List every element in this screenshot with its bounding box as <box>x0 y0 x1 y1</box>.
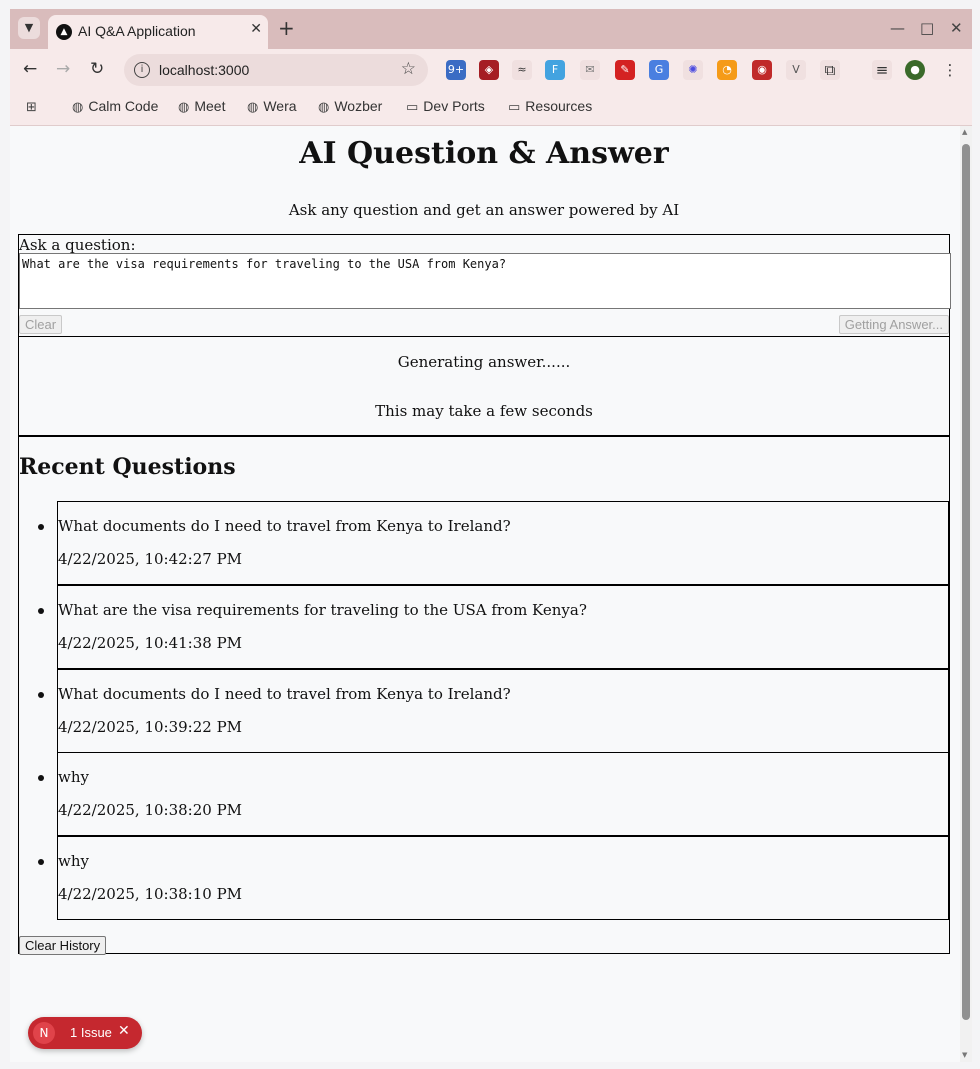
folder-icon: ▭ <box>406 100 419 115</box>
history-timestamp: 4/22/2025, 10:38:20 PM <box>58 801 243 819</box>
generating-text: Generating answer...... <box>397 353 571 371</box>
recent-questions-section: Recent Questions What documents do I nee… <box>18 436 950 955</box>
bookmark-meet[interactable]: ◍ Meet <box>178 98 225 115</box>
history-timestamp: 4/22/2025, 10:38:10 PM <box>58 885 243 903</box>
screenshot-icon[interactable]: ◉ <box>752 60 772 80</box>
clear-button[interactable]: Clear <box>19 315 63 334</box>
bookmark-label: Wozber <box>334 98 383 114</box>
page-viewport: AI Question & Answer Ask any question an… <box>10 126 960 1062</box>
profile-avatar-icon[interactable]: ● <box>905 60 925 80</box>
folder-icon: ▭ <box>508 100 521 115</box>
apps-grid-icon[interactable]: ⊞ <box>26 98 42 115</box>
scrollbar-thumb[interactable] <box>962 144 970 1020</box>
history-question: What documents do I need to travel from … <box>58 517 511 535</box>
history-question: why <box>58 768 89 786</box>
media-queue-icon[interactable]: ≡ <box>872 60 892 80</box>
history-item[interactable]: What documents do I need to travel from … <box>38 501 949 585</box>
question-input[interactable]: What are the visa requirements for trave… <box>19 253 951 309</box>
history-question: What documents do I need to travel from … <box>58 685 511 703</box>
bullet-icon <box>38 524 44 530</box>
tab-search-button[interactable]: ▼ <box>18 17 40 39</box>
url-text: localhost:3000 <box>159 62 250 78</box>
bookmark-label: Calm Code <box>88 98 159 114</box>
bookmark-label: Resources <box>525 98 593 114</box>
tracker-icon[interactable]: ≈ <box>512 60 532 80</box>
title-bar: ▼ ▲ AI Q&A Application ✕ + — □ ✕ <box>10 9 972 49</box>
bookmark-label: Wera <box>263 98 297 114</box>
recent-questions-title: Recent Questions <box>19 454 236 480</box>
issue-count: 1 Issue <box>70 1025 112 1040</box>
reload-icon[interactable]: ↻ <box>90 59 104 79</box>
browser-toolbar: ← → ↻ i localhost:3000 ☆ 9+ ◈ ≈ F ✉ ✎ G … <box>10 49 972 91</box>
bookmark-star-icon[interactable]: ☆ <box>401 59 416 79</box>
wait-hint-text: This may take a few seconds <box>375 402 593 420</box>
clear-history-button[interactable]: Clear History <box>19 936 107 955</box>
scroll-down-icon[interactable]: ▼ <box>962 1051 967 1059</box>
bullet-icon <box>38 775 44 781</box>
active-tab[interactable]: ▲ AI Q&A Application ✕ <box>48 15 268 49</box>
history-timestamp: 4/22/2025, 10:42:27 PM <box>58 550 243 568</box>
history-item[interactable]: why 4/22/2025, 10:38:20 PM <box>38 752 949 836</box>
question-form: Ask a question: What are the visa requir… <box>18 234 951 337</box>
history-question: why <box>58 852 89 870</box>
history-question: What are the visa requirements for trave… <box>58 601 587 619</box>
loading-status: Generating answer...... This may take a … <box>18 336 950 436</box>
page-subtitle: Ask any question and get an answer power… <box>288 201 680 219</box>
submit-button[interactable]: Getting Answer... <box>838 315 949 334</box>
globe-icon: ◍ <box>318 100 330 115</box>
bookmark-wozber[interactable]: ◍ Wozber <box>318 98 382 115</box>
bullet-icon <box>38 608 44 614</box>
page-title: AI Question & Answer <box>299 136 669 171</box>
new-tab-button[interactable]: + <box>278 17 295 39</box>
globe-icon: ◍ <box>72 100 84 115</box>
close-window-icon[interactable]: ✕ <box>950 19 963 37</box>
bookmark-calm-code[interactable]: ◍ Calm Code <box>72 98 158 115</box>
nextjs-logo-icon: N <box>33 1022 55 1044</box>
bullet-icon <box>38 859 44 865</box>
tab-title: AI Q&A Application <box>78 23 196 39</box>
globe-icon: ◍ <box>247 100 259 115</box>
browser-window: ▼ ▲ AI Q&A Application ✕ + — □ ✕ ← → ↻ i… <box>10 9 972 1062</box>
maximize-icon[interactable]: □ <box>920 19 934 37</box>
scroll-up-icon[interactable]: ▲ <box>962 128 967 136</box>
globe-icon: ◍ <box>178 100 190 115</box>
site-info-icon[interactable]: i <box>134 62 150 78</box>
history-timestamp: 4/22/2025, 10:41:38 PM <box>58 634 243 652</box>
history-item[interactable]: What are the visa requirements for trave… <box>38 585 949 669</box>
ublock-icon[interactable]: ◈ <box>479 60 499 80</box>
bookmarks-bar: ⊞ ◍ Calm Code ◍ Meet ◍ Wera ◍ Wozber ▭ Dev Po… <box>10 91 972 126</box>
dismiss-issue-icon[interactable]: ✕ <box>118 1023 130 1039</box>
bookmark-wera[interactable]: ◍ Wera <box>247 98 297 115</box>
close-tab-icon[interactable]: ✕ <box>250 21 262 37</box>
vue-devtools-icon[interactable]: V <box>786 60 806 80</box>
rss-icon[interactable]: ◔ <box>717 60 737 80</box>
extension-badge-count: 9+ <box>447 63 465 76</box>
pen-icon[interactable]: ✎ <box>615 60 635 80</box>
nextjs-favicon-icon: ▲ <box>56 24 72 40</box>
forward-icon[interactable]: → <box>56 59 70 79</box>
bookmark-label: Dev Ports <box>423 98 485 114</box>
address-bar[interactable]: i localhost:3000 ☆ <box>124 54 428 86</box>
history-item[interactable]: why 4/22/2025, 10:38:10 PM <box>38 836 949 920</box>
nextjs-issue-badge[interactable]: N 1 Issue ✕ <box>28 1017 142 1049</box>
mail-icon[interactable]: ✉ <box>580 60 600 80</box>
bullet-icon <box>38 692 44 698</box>
extensions-puzzle-icon[interactable]: ⧉ <box>820 60 840 80</box>
menu-kebab-icon[interactable]: ⋮ <box>940 60 960 80</box>
bookmark-label: Meet <box>194 98 226 114</box>
translate-icon[interactable]: G <box>649 60 669 80</box>
bookmark-dev-ports[interactable]: ▭ Dev Ports <box>406 98 485 115</box>
bookmark-resources[interactable]: ▭ Resources <box>508 98 592 115</box>
back-icon[interactable]: ← <box>23 59 37 79</box>
minimize-icon[interactable]: — <box>890 19 905 37</box>
extension-badge-icon[interactable]: 9+ <box>446 60 466 80</box>
page-scrollbar[interactable]: ▲ ▼ <box>960 126 972 1062</box>
question-label: Ask a question: <box>19 236 136 254</box>
snowflake-icon[interactable]: ✺ <box>683 60 703 80</box>
history-item[interactable]: What documents do I need to travel from … <box>38 669 949 753</box>
history-timestamp: 4/22/2025, 10:39:22 PM <box>58 718 243 736</box>
font-icon[interactable]: F <box>545 60 565 80</box>
